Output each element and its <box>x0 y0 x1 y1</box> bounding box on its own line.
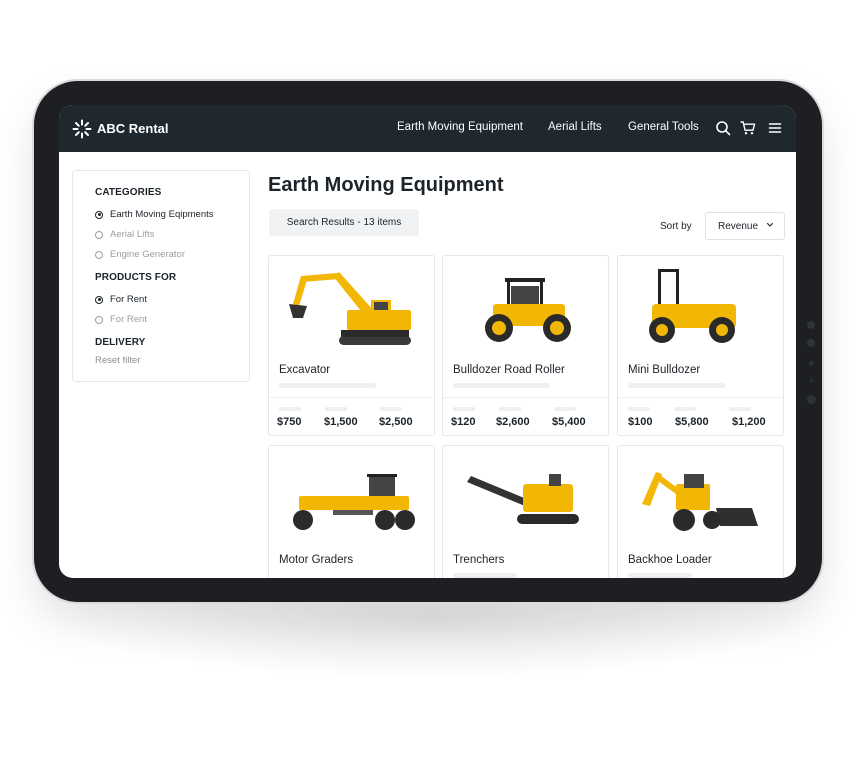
product-card-excavator[interactable]: Excavator $750 $1,500 $2,500 <box>268 255 435 436</box>
sort-dropdown[interactable]: Revenue <box>705 212 785 240</box>
price-label-placeholder <box>325 407 347 411</box>
placeholder-line <box>628 383 725 388</box>
search-icon[interactable] <box>715 120 731 136</box>
filter-sidebar: CATEGORIES Earth Moving Eqipments Aerial… <box>72 170 250 382</box>
product-name: Bulldozer Road Roller <box>453 364 565 376</box>
product-name: Backhoe Loader <box>628 554 712 566</box>
radio-empty-icon[interactable] <box>95 230 103 239</box>
product-name: Mini Bulldozer <box>628 364 701 376</box>
nav-link-aerial-lifts[interactable]: Aerial Lifts <box>548 121 602 133</box>
placeholder-line <box>453 573 517 578</box>
reset-filter-link[interactable]: Reset filter <box>95 355 140 366</box>
road-roller-image <box>485 278 571 342</box>
delivery-title: DELIVERY <box>95 337 146 348</box>
products-for-title: PRODUCTS FOR <box>95 272 177 283</box>
product-name: Excavator <box>279 364 331 376</box>
categories-title: CATEGORIES <box>95 187 162 198</box>
price-label-placeholder <box>628 407 650 411</box>
excavator-image <box>289 272 411 345</box>
filter-option-for-rent-2[interactable]: For Rent <box>95 314 147 325</box>
product-card-road-roller[interactable]: Bulldozer Road Roller $120 $2,600 $5,400 <box>442 255 609 436</box>
radio-empty-icon[interactable] <box>95 250 103 259</box>
price-label-placeholder <box>279 407 301 411</box>
filter-option-label: Engine Generator <box>110 249 185 260</box>
product-card-backhoe-loader[interactable]: Backhoe Loader <box>617 445 784 578</box>
stage: ABC Rental Earth Moving Equipment Aerial… <box>0 0 856 759</box>
radio-selected-icon[interactable] <box>95 295 103 304</box>
price-daily: $100 <box>628 416 653 428</box>
filter-option-aerial-lifts[interactable]: Aerial Lifts <box>95 229 154 240</box>
filter-option-label: For Rent <box>110 294 147 305</box>
logo-icon <box>72 119 92 139</box>
page-title: Earth Moving Equipment <box>268 174 504 196</box>
camera-dot <box>807 339 815 347</box>
chevron-down-icon <box>766 222 774 227</box>
sort-value: Revenue <box>718 221 759 232</box>
product-card-trenchers[interactable]: Trenchers <box>442 445 609 578</box>
product-card-motor-graders[interactable]: Motor Graders <box>268 445 435 578</box>
radio-selected-icon[interactable] <box>95 210 103 219</box>
filter-option-engine-generator[interactable]: Engine Generator <box>95 249 185 260</box>
product-name: Trenchers <box>453 554 505 566</box>
filter-option-for-rent[interactable]: For Rent <box>95 294 147 305</box>
camera-dot <box>807 321 815 329</box>
sort-label: Sort by <box>660 221 692 232</box>
card-divider <box>269 397 434 398</box>
backhoe-loader-image <box>642 472 758 531</box>
product-name: Motor Graders <box>279 554 354 566</box>
nav-link-general-tools[interactable]: General Tools <box>628 121 699 133</box>
price-label-placeholder <box>453 407 475 411</box>
price-label-placeholder <box>674 407 696 411</box>
placeholder-line <box>453 383 550 388</box>
camera-dot <box>807 395 816 404</box>
sensor-dot <box>809 361 814 366</box>
search-results-count: Search Results - 13 items <box>269 209 419 236</box>
price-weekly: $1,500 <box>324 416 358 428</box>
price-monthly: $1,200 <box>732 416 766 428</box>
filter-option-label: For Rent <box>110 314 147 325</box>
top-nav: ABC Rental Earth Moving Equipment Aerial… <box>59 105 796 152</box>
radio-empty-icon[interactable] <box>95 315 103 324</box>
card-divider <box>443 397 608 398</box>
cart-icon[interactable] <box>740 120 756 136</box>
brand-name[interactable]: ABC Rental <box>97 121 169 136</box>
price-daily: $120 <box>451 416 476 428</box>
placeholder-line <box>279 383 376 388</box>
price-monthly: $5,400 <box>552 416 586 428</box>
app-screen: ABC Rental Earth Moving Equipment Aerial… <box>59 105 796 578</box>
price-weekly: $5,800 <box>675 416 709 428</box>
menu-icon[interactable] <box>767 120 783 136</box>
mini-bulldozer-image <box>649 269 736 343</box>
sensor-dot <box>810 379 813 382</box>
price-label-placeholder <box>380 407 402 411</box>
motor-grader-image <box>293 474 415 530</box>
price-monthly: $2,500 <box>379 416 413 428</box>
filter-option-earth-moving[interactable]: Earth Moving Eqipments <box>95 209 214 220</box>
nav-link-earth-moving[interactable]: Earth Moving Equipment <box>397 121 523 133</box>
filter-option-label: Earth Moving Eqipments <box>110 209 214 220</box>
filter-option-label: Aerial Lifts <box>110 229 155 240</box>
price-weekly: $2,600 <box>496 416 530 428</box>
price-label-placeholder <box>499 407 521 411</box>
card-divider <box>618 397 783 398</box>
price-label-placeholder <box>729 407 751 411</box>
placeholder-line <box>628 573 692 578</box>
price-daily: $750 <box>277 416 302 428</box>
price-label-placeholder <box>554 407 576 411</box>
trencher-image <box>467 474 579 524</box>
product-card-mini-bulldozer[interactable]: Mini Bulldozer $100 $5,800 $1,200 <box>617 255 784 436</box>
